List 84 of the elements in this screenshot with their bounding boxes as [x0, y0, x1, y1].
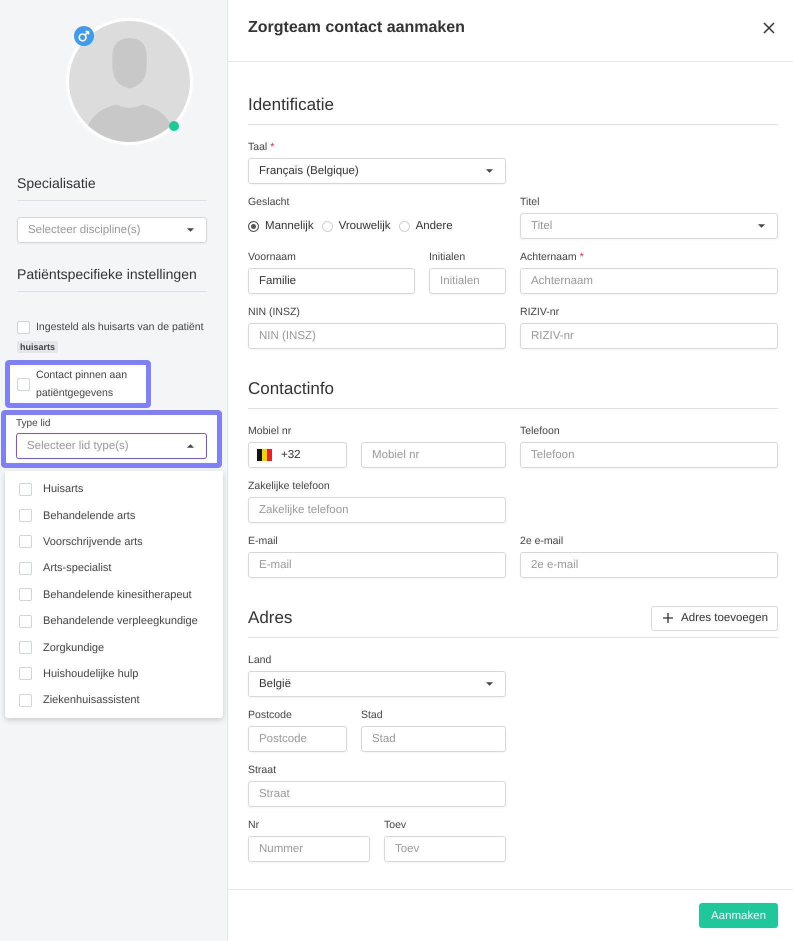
checkbox[interactable] — [19, 667, 32, 680]
field-label: Initialen — [429, 250, 466, 264]
text-input[interactable]: Stad — [361, 726, 506, 752]
add-address-button[interactable]: Adres toevoegen — [651, 606, 778, 630]
tag: huisarts — [17, 341, 58, 353]
text-input[interactable]: Straat — [248, 781, 506, 807]
field-label: Nr — [248, 818, 260, 832]
close-icon — [763, 22, 775, 34]
flag-icon — [257, 449, 272, 461]
dropdown-option[interactable]: Huishoudelijke hulp — [43, 668, 138, 680]
radio-label: Vrouwelijk — [338, 220, 391, 232]
section-heading: Contactinfo — [248, 379, 334, 399]
checkbox[interactable] — [17, 378, 30, 390]
dropdown-option[interactable]: Behandelende kinesitherapeut — [43, 588, 192, 601]
checkbox[interactable] — [19, 694, 32, 707]
field-label: Geslacht — [248, 195, 290, 209]
dropdown-option[interactable]: Behandelende arts — [43, 510, 136, 522]
dropdown-option[interactable]: Ziekenhuisassistent — [43, 694, 140, 706]
dropdown-option[interactable]: Voorschrijvende arts — [43, 536, 143, 548]
required-asterisk: * — [580, 251, 584, 263]
field-label: Zakelijke telefoon — [248, 479, 331, 493]
field-label: E-mail — [248, 534, 279, 548]
field-label: Toev — [384, 818, 408, 832]
male-symbol-icon — [74, 26, 94, 46]
field-label: Type lid — [16, 417, 52, 430]
field-label: Voornaam — [248, 250, 297, 264]
field-label: Postcode — [248, 708, 293, 722]
text-input[interactable]: RIZIV-nr — [520, 323, 778, 349]
text-input[interactable]: E-mail — [248, 552, 506, 578]
section-heading: Identificatie — [248, 95, 334, 115]
radio-label: Andere — [416, 220, 453, 232]
field-label: RIZIV-nr — [520, 305, 560, 319]
checkbox-label: Ingesteld als huisarts van de patiënt — [36, 320, 204, 335]
field-label: Stad — [361, 708, 384, 722]
text-input[interactable]: Toev — [384, 836, 506, 862]
required-asterisk: * — [270, 141, 274, 153]
dropdown-option[interactable]: Arts-specialist — [43, 562, 112, 574]
checkbox[interactable] — [19, 482, 32, 496]
section-heading: Adres — [248, 608, 292, 628]
plus-icon — [663, 613, 674, 623]
checkbox[interactable] — [17, 320, 30, 334]
checkbox[interactable] — [19, 509, 32, 522]
text-input[interactable]: NIN (INSZ) — [248, 323, 506, 349]
field-label: 2e e-mail — [520, 534, 564, 548]
checkbox-label: Contact pinnen aan patiëntgegevens — [36, 368, 128, 401]
field-label: NIN (INSZ) — [248, 305, 301, 319]
checkbox[interactable] — [19, 588, 32, 602]
checkbox[interactable] — [19, 614, 32, 628]
field-label: Titel — [520, 195, 540, 209]
field-label: Land — [248, 653, 272, 667]
text-input[interactable]: Achternaam — [520, 268, 778, 294]
text-input[interactable]: Telefoon — [520, 442, 778, 468]
close-button[interactable] — [763, 22, 775, 34]
caret-icon — [486, 169, 493, 173]
dropdown-option[interactable]: Huisarts — [43, 483, 84, 496]
text-input[interactable]: 2e e-mail — [520, 552, 778, 578]
field-label: Straat — [248, 763, 278, 777]
text-input[interactable]: Familie — [248, 268, 415, 294]
text-input[interactable]: Nummer — [248, 836, 370, 862]
checkbox[interactable] — [19, 641, 32, 654]
text-input[interactable]: Zakelijke telefoon — [248, 497, 506, 523]
dropdown-option[interactable]: Behandelende verpleegkundige — [43, 615, 198, 628]
dropdown-select[interactable]: Français (Belgique) — [248, 158, 506, 184]
field-label: Achternaam * — [520, 250, 585, 264]
dropdown-option[interactable]: Zorgkundige — [43, 642, 104, 654]
caret-icon — [187, 228, 194, 232]
field-label: Mobiel nr — [248, 424, 292, 438]
caret-icon — [486, 682, 493, 686]
text-input[interactable]: Postcode — [248, 726, 347, 752]
checkbox[interactable] — [19, 535, 32, 548]
field-label: Telefoon — [520, 424, 561, 438]
section-heading: Patiëntspecifieke instellingen — [17, 266, 207, 292]
caret-icon — [187, 444, 194, 448]
dialog-title: Zorgteam contact aanmaken — [248, 18, 465, 36]
radio-label: Mannelijk — [265, 220, 314, 232]
section-heading: Specialisatie — [17, 175, 207, 201]
text-input[interactable]: Mobiel nr — [361, 442, 506, 468]
radio-button[interactable] — [248, 220, 259, 232]
checkbox[interactable] — [19, 562, 32, 575]
country-code-select[interactable]: +32 — [248, 442, 347, 468]
field-label: Taal * — [248, 140, 276, 154]
dropdown-select[interactable]: België — [248, 671, 506, 697]
caret-icon — [758, 224, 765, 228]
text-input[interactable]: Initialen — [429, 268, 506, 294]
